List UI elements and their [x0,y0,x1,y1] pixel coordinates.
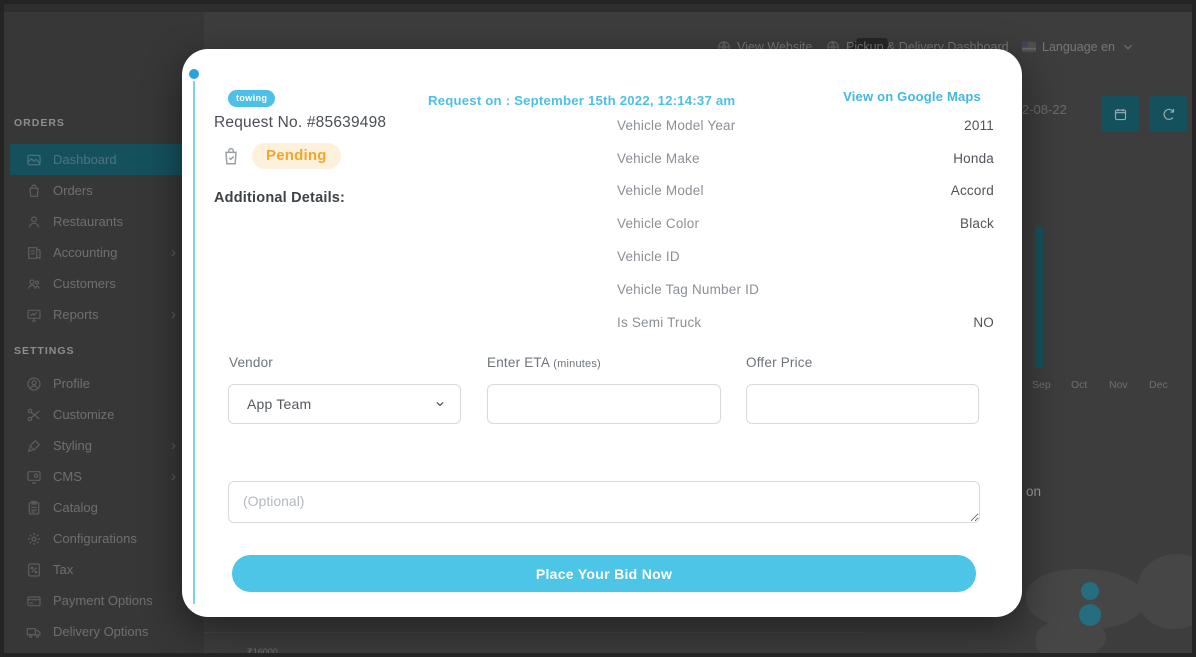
vendor-label: Vendor [229,355,273,370]
offer-price-input[interactable] [746,384,979,424]
app-window: View Website Pickup & Delivery Dashboard… [0,0,1196,657]
towing-request-modal: towing Request on : September 15th 2022,… [182,49,1022,617]
chevron-down-icon [434,398,446,410]
vendor-select[interactable]: App Team [228,384,461,424]
eta-input[interactable] [487,384,721,424]
place-bid-button[interactable]: Place Your Bid Now [232,555,976,592]
order-bag-check-icon [220,145,242,167]
additional-details-heading: Additional Details: [214,190,345,206]
detail-row: Vehicle Model Year 2011 [617,109,994,142]
request-number: Request No. #85639498 [214,114,386,132]
google-maps-link[interactable]: View on Google Maps [843,89,981,104]
detail-row: Vehicle Make Honda [617,142,994,175]
status-badge: Pending [252,143,341,169]
service-type-badge: towing [228,90,275,107]
offer-price-label: Offer Price [746,355,812,370]
vehicle-details-list: Vehicle Model Year 2011 Vehicle Make Hon… [617,109,994,339]
detail-row: Vehicle Tag Number ID [617,273,994,306]
status-row: Pending [220,143,341,169]
detail-row: Vehicle Model Accord [617,175,994,208]
timeline-line [193,81,195,604]
eta-label: Enter ETA (minutes) [487,355,601,370]
detail-row: Is Semi Truck NO [617,306,994,339]
detail-row: Vehicle Color Black [617,207,994,240]
request-timestamp: Request on : September 15th 2022, 12:14:… [428,93,735,108]
timeline-dot-icon [189,69,199,79]
detail-row: Vehicle ID [617,240,994,273]
additional-information-textarea[interactable] [228,481,980,523]
